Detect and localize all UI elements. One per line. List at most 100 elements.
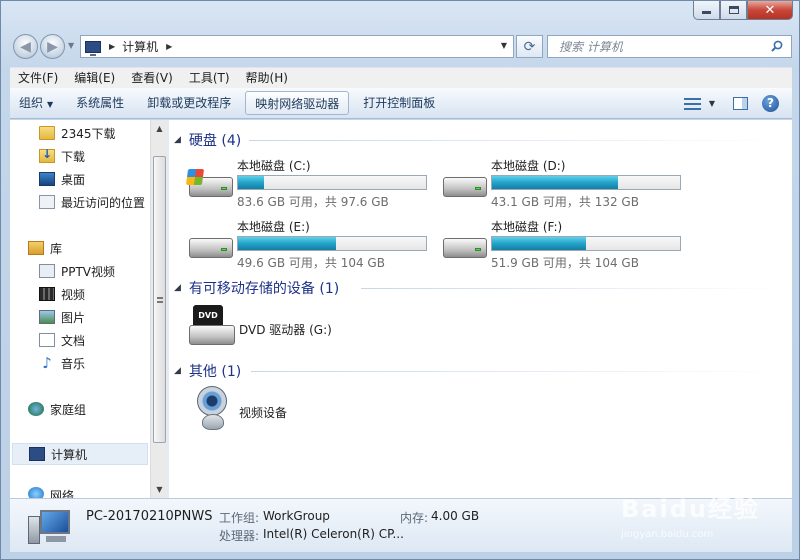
sidebar-item-downloads[interactable]: 下载	[39, 145, 85, 167]
sidebar-item-label: 家庭组	[50, 402, 87, 417]
search-icon[interactable]	[771, 40, 783, 52]
search-input[interactable]: 搜索 计算机	[547, 35, 792, 58]
sidebar-item-label: 桌面	[61, 172, 86, 187]
group-header-hard-disks[interactable]: ◢ 硬盘 (4)	[174, 130, 241, 150]
drive-space-info: 83.6 GB 可用，共 97.6 GB	[237, 195, 389, 209]
music-icon: ♪	[42, 354, 52, 372]
map-network-drive-button[interactable]: 映射网络驱动器	[245, 91, 350, 115]
refresh-button[interactable]: ⟳	[516, 35, 543, 58]
breadcrumb-separator-icon[interactable]: ▶	[109, 42, 115, 51]
maximize-icon	[728, 6, 739, 14]
back-button[interactable]: ◀	[13, 34, 38, 59]
webcam-icon[interactable]	[193, 386, 233, 434]
memory-value: 4.00 GB	[431, 509, 480, 523]
drive-name: 本地磁盘 (D:)	[491, 159, 566, 173]
processor-label: 处理器:	[219, 529, 260, 543]
drive-usage-bar	[491, 236, 681, 251]
sidebar-item-label: PPTV视频	[61, 264, 116, 279]
group-header-other[interactable]: ◢ 其他 (1)	[174, 361, 241, 381]
back-arrow-icon: ◀	[20, 38, 31, 55]
sidebar-item-computer[interactable]: 计算机	[12, 443, 148, 465]
scroll-up-button[interactable]: ▲	[151, 120, 168, 137]
scrollbar-thumb[interactable]	[153, 156, 166, 443]
pptv-video-icon	[39, 264, 55, 278]
watermark-logo: Baidu经验	[621, 495, 760, 523]
homegroup-icon	[28, 402, 44, 416]
sidebar-item-label: 计算机	[51, 447, 88, 462]
drive-usage-bar	[491, 175, 681, 190]
collapse-triangle-icon[interactable]: ◢	[174, 283, 181, 293]
navigation-scrollbar[interactable]: ▲ ▼	[150, 120, 167, 498]
drive-e[interactable]: 本地磁盘 (E:) 49.6 GB 可用，共 104 GB	[187, 218, 437, 270]
minimize-button[interactable]	[693, 1, 720, 20]
computer-icon	[29, 447, 45, 461]
sidebar-item-videos[interactable]: 视频	[39, 283, 85, 305]
maximize-button[interactable]	[720, 1, 747, 20]
scroll-down-button[interactable]: ▼	[151, 481, 168, 498]
folder-icon	[39, 126, 55, 140]
sidebar-item-documents[interactable]: 文档	[39, 329, 85, 351]
sidebar-item-desktop[interactable]: 桌面	[39, 168, 85, 190]
drive-usage-bar	[237, 175, 427, 190]
menu-file[interactable]: 文件(F)	[10, 68, 66, 89]
forward-button[interactable]: ▶	[40, 34, 65, 59]
preview-pane-icon[interactable]	[733, 97, 748, 110]
help-icon[interactable]: ?	[762, 95, 779, 112]
group-header-removable[interactable]: ◢ 有可移动存储的设备 (1)	[174, 278, 339, 298]
hard-drive-icon	[441, 230, 487, 260]
sidebar-item-music[interactable]: ♪ 音乐	[39, 352, 85, 374]
sidebar-item-homegroup[interactable]: 家庭组	[28, 398, 86, 420]
menu-help[interactable]: 帮助(H)	[238, 68, 296, 89]
drive-space-info: 43.1 GB 可用，共 132 GB	[491, 195, 639, 209]
collapse-triangle-icon[interactable]: ◢	[174, 366, 181, 376]
sidebar-item-pictures[interactable]: 图片	[39, 306, 85, 328]
navigation-bar: ◀ ▶ ▼ ▶ 计算机 ▶ ▼ ⟳ 搜索 计算机	[9, 32, 795, 60]
close-button[interactable]: ✕	[747, 1, 793, 20]
sidebar-item-label: 最近访问的位置	[61, 195, 146, 210]
system-properties-button[interactable]: 系统属性	[67, 91, 133, 115]
sidebar-item-2345-downloads[interactable]: 2345下载	[39, 122, 116, 144]
organize-button[interactable]: 组织 ▼	[10, 91, 62, 115]
recent-pages-dropdown[interactable]: ▼	[68, 41, 74, 50]
change-view-icon[interactable]	[683, 97, 701, 111]
organize-label: 组织	[19, 96, 44, 110]
sidebar-item-label: 音乐	[61, 356, 86, 371]
address-history-dropdown[interactable]: ▼	[501, 41, 507, 50]
sidebar-item-recent-places[interactable]: 最近访问的位置	[39, 191, 145, 213]
sidebar-item-network[interactable]: 网络	[28, 487, 74, 498]
view-options-dropdown-icon[interactable]: ▼	[709, 99, 715, 108]
address-bar[interactable]: ▶ 计算机 ▶ ▼	[80, 35, 514, 58]
uninstall-program-button[interactable]: 卸载或更改程序	[138, 91, 240, 115]
drive-name: 本地磁盘 (F:)	[491, 220, 563, 234]
sidebar-item-libraries[interactable]: 库	[28, 237, 62, 259]
videos-icon	[39, 287, 55, 301]
documents-icon	[39, 333, 55, 347]
drive-c[interactable]: 本地磁盘 (C:) 83.6 GB 可用，共 97.6 GB	[185, 157, 437, 209]
recent-places-icon	[39, 195, 55, 209]
collapse-triangle-icon[interactable]: ◢	[174, 135, 181, 145]
explorer-window: ✕ ◀ ▶ ▼ ▶ 计算机 ▶ ▼ ⟳ 搜索 计算机 文件(F) 编辑(E) 查…	[0, 0, 800, 560]
forward-arrow-icon: ▶	[47, 38, 58, 55]
video-device-label[interactable]: 视频设备	[239, 404, 287, 421]
workgroup-value: WorkGroup	[263, 509, 330, 523]
menu-view[interactable]: 查看(V)	[123, 68, 181, 89]
dvd-drive-icon[interactable]: DVD	[189, 305, 237, 349]
sidebar-item-pptv-video[interactable]: PPTV视频	[39, 260, 115, 282]
menu-tools[interactable]: 工具(T)	[181, 68, 238, 89]
sidebar-item-label: 2345下载	[61, 126, 116, 141]
open-control-panel-button[interactable]: 打开控制面板	[354, 91, 444, 115]
computer-icon	[28, 506, 72, 546]
navigation-pane: 2345下载 下载 桌面 最近访问的位置 库 PPTV视频 视频 图片 文档 ♪…	[10, 120, 167, 498]
view-controls: ▼ ?	[683, 88, 792, 119]
menu-edit[interactable]: 编辑(E)	[66, 68, 123, 89]
chevron-down-icon: ▼	[47, 100, 54, 109]
dvd-drive-label[interactable]: DVD 驱动器 (G:)	[239, 321, 332, 338]
breadcrumb-computer[interactable]: 计算机	[122, 38, 158, 55]
desktop-icon	[39, 172, 55, 186]
drive-f[interactable]: 本地磁盘 (F:) 51.9 GB 可用，共 104 GB	[441, 218, 691, 270]
drive-d[interactable]: 本地磁盘 (D:) 43.1 GB 可用，共 132 GB	[441, 157, 691, 209]
hard-drive-icon	[187, 230, 233, 260]
breadcrumb-separator-icon[interactable]: ▶	[166, 42, 172, 51]
close-icon: ✕	[764, 2, 776, 18]
pictures-icon	[39, 310, 55, 324]
